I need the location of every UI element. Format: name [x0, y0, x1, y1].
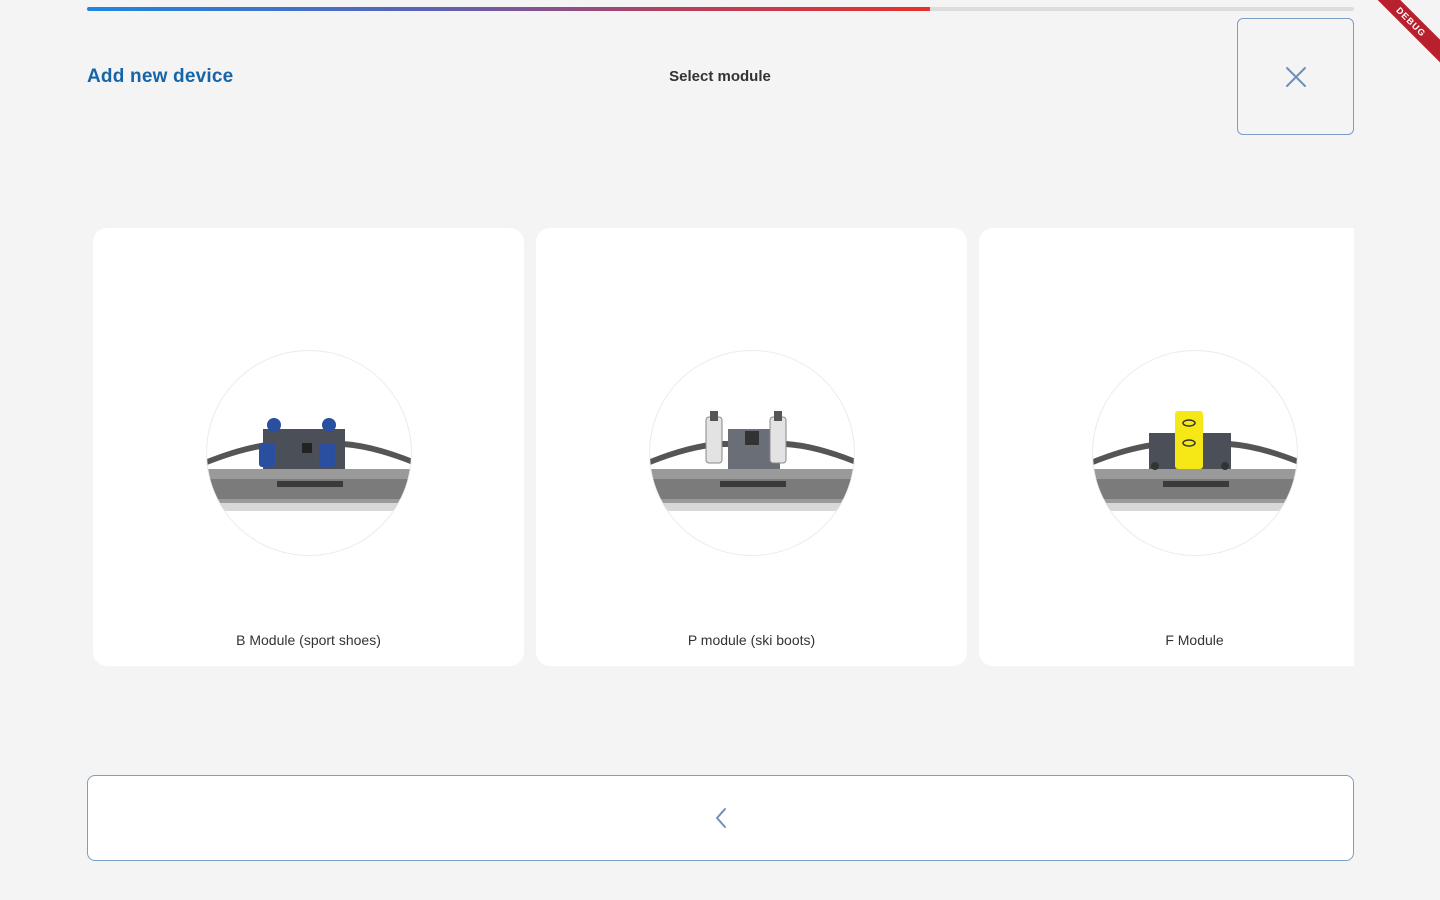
debug-banner-label: DEBUG — [1370, 0, 1440, 67]
module-card-p[interactable]: P module (ski boots) — [536, 228, 967, 666]
module-label-b: B Module (sport shoes) — [236, 632, 381, 648]
close-button[interactable] — [1237, 18, 1354, 135]
module-list: B Module (sport shoes) P module (ski boo… — [93, 228, 1354, 666]
progress-bar-fill — [87, 7, 930, 11]
close-icon — [1285, 66, 1306, 87]
module-image-p — [649, 350, 855, 556]
module-label-f: F Module — [1165, 632, 1224, 648]
progress-bar — [87, 7, 1354, 11]
add-device-screen: Add new device Select module DEBUG B Mod… — [0, 0, 1440, 900]
module-image-b — [206, 350, 412, 556]
back-button[interactable] — [87, 775, 1354, 861]
step-title: Select module — [669, 68, 771, 85]
chevron-left-icon — [715, 808, 726, 828]
module-label-p: P module (ski boots) — [687, 632, 816, 648]
module-card-b[interactable]: B Module (sport shoes) — [93, 228, 524, 666]
debug-banner: DEBUG — [1370, 0, 1440, 70]
module-image-f — [1092, 350, 1298, 556]
module-card-f[interactable]: F Module — [979, 228, 1354, 666]
